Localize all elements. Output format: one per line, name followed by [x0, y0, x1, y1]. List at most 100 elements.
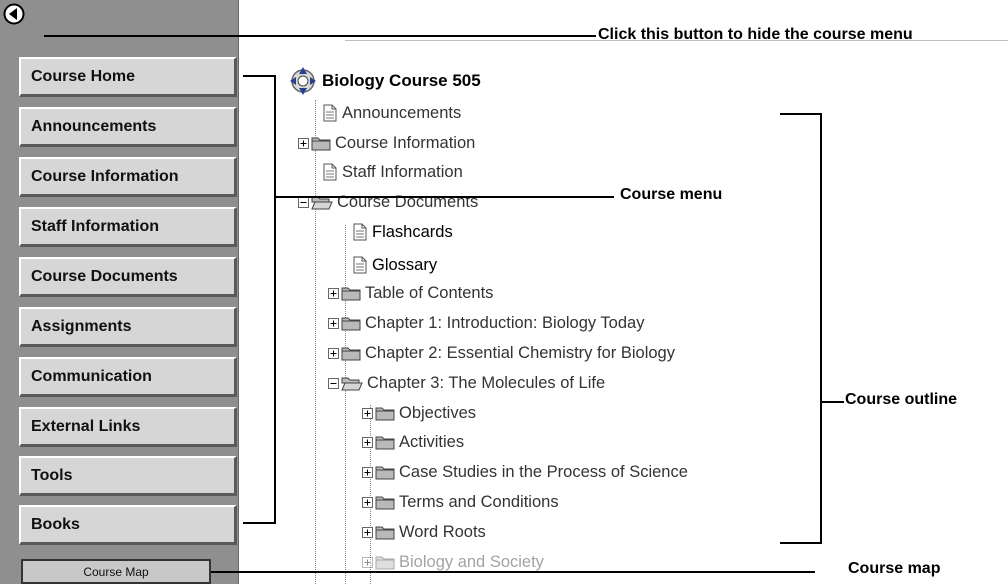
- folder-icon: [341, 285, 361, 301]
- outline-item-label[interactable]: Chapter 1: Introduction: Biology Today: [365, 314, 644, 333]
- expand-toggle-icon[interactable]: [362, 466, 373, 478]
- menu-label: Announcements: [31, 117, 157, 135]
- outline-row[interactable]: Staff Information: [316, 161, 463, 183]
- course-map-button[interactable]: Course Map: [21, 559, 211, 584]
- collapse-toggle[interactable]: [328, 377, 339, 389]
- expand-toggle-icon[interactable]: [362, 496, 373, 508]
- outline-row[interactable]: Chapter 2: Essential Chemistry for Biolo…: [328, 342, 675, 364]
- navigation-compass-icon[interactable]: [290, 67, 316, 95]
- course-map-label: Course Map: [83, 564, 149, 579]
- expand-toggle[interactable]: [328, 347, 339, 359]
- outline-row[interactable]: Objectives: [362, 402, 476, 424]
- outline-item-label[interactable]: Table of Contents: [365, 284, 493, 303]
- hide-menu-button[interactable]: [3, 3, 25, 25]
- folder-icon: [375, 464, 395, 480]
- expand-toggle[interactable]: [362, 526, 373, 538]
- menu-label: Staff Information: [31, 217, 159, 235]
- callout-bracket: [780, 113, 822, 115]
- expand-toggle[interactable]: [362, 407, 373, 419]
- outline-row[interactable]: Course Information: [298, 132, 475, 154]
- document-icon: [352, 256, 368, 274]
- document-icon: [322, 163, 338, 181]
- collapse-toggle[interactable]: [298, 196, 309, 208]
- menu-course-home-button[interactable]: Course Home: [19, 57, 237, 97]
- outline-row[interactable]: Glossary: [346, 254, 437, 276]
- outline-item-label[interactable]: Staff Information: [342, 163, 463, 182]
- expand-toggle-icon[interactable]: [362, 556, 373, 568]
- callout-bracket: [243, 522, 276, 524]
- outline-row[interactable]: Course Documents: [298, 191, 478, 213]
- callout-hide-menu: Click this button to hide the course men…: [598, 26, 913, 43]
- outline-row[interactable]: Chapter 1: Introduction: Biology Today: [328, 312, 644, 334]
- outline-item-label[interactable]: Course Information: [335, 134, 475, 153]
- menu-assignments-button[interactable]: Assignments: [19, 307, 237, 347]
- menu-label: Tools: [31, 466, 73, 484]
- left-arrow-circle-icon[interactable]: [3, 3, 25, 25]
- callout-line: [274, 196, 614, 198]
- tree-guide: [345, 225, 346, 584]
- callout-line: [822, 401, 844, 403]
- collapse-toggle-icon[interactable]: [328, 377, 339, 389]
- folder-icon: [341, 315, 361, 331]
- outline-item-label[interactable]: Terms and Conditions: [399, 493, 559, 512]
- expand-toggle[interactable]: [328, 317, 339, 329]
- expand-toggle[interactable]: [298, 137, 309, 149]
- folder-icon: [375, 554, 395, 570]
- expand-toggle-icon[interactable]: [362, 526, 373, 538]
- menu-label: Course Home: [31, 67, 136, 85]
- menu-label: Books: [31, 515, 80, 533]
- expand-toggle[interactable]: [362, 436, 373, 448]
- outline-row[interactable]: Chapter 3: The Molecules of Life: [328, 372, 605, 394]
- menu-label: External Links: [31, 417, 141, 435]
- outline-item-label[interactable]: Biology and Society: [399, 553, 544, 572]
- outline-row[interactable]: Announcements: [316, 102, 461, 124]
- expand-toggle[interactable]: [362, 466, 373, 478]
- folder-icon: [375, 494, 395, 510]
- folder-icon: [375, 434, 395, 450]
- expand-toggle-icon[interactable]: [328, 317, 339, 329]
- outline-row[interactable]: Activities: [362, 431, 464, 453]
- menu-label: Communication: [31, 367, 152, 385]
- expand-toggle-icon[interactable]: [362, 407, 373, 419]
- document-icon: [352, 223, 368, 241]
- outline-row[interactable]: Table of Contents: [328, 282, 493, 304]
- menu-announcements-button[interactable]: Announcements: [19, 107, 237, 147]
- expand-toggle[interactable]: [362, 556, 373, 568]
- outline-item-label[interactable]: Word Roots: [399, 523, 486, 542]
- course-outline-header: Biology Course 505: [290, 67, 481, 95]
- expand-toggle[interactable]: [362, 496, 373, 508]
- outline-item-label[interactable]: Case Studies in the Process of Science: [399, 463, 688, 482]
- course-menu-sidebar: Course Home Announcements Course Informa…: [0, 0, 239, 584]
- menu-label: Course Documents: [31, 267, 178, 285]
- outline-item-label[interactable]: Activities: [399, 433, 464, 452]
- menu-course-information-button[interactable]: Course Information: [19, 157, 237, 197]
- expand-toggle-icon[interactable]: [328, 287, 339, 299]
- outline-row[interactable]: Word Roots: [362, 521, 486, 543]
- outline-item-label[interactable]: Chapter 2: Essential Chemistry for Biolo…: [365, 344, 675, 363]
- outline-item-label[interactable]: Chapter 3: The Molecules of Life: [367, 374, 605, 393]
- expand-toggle[interactable]: [328, 287, 339, 299]
- collapse-toggle-icon[interactable]: [298, 196, 309, 208]
- outline-row[interactable]: Case Studies in the Process of Science: [362, 461, 688, 483]
- expand-toggle-icon[interactable]: [328, 347, 339, 359]
- expand-toggle-icon[interactable]: [362, 436, 373, 448]
- course-title[interactable]: Biology Course 505: [322, 71, 481, 91]
- outline-item-label[interactable]: Flashcards: [372, 223, 453, 242]
- callout-bracket: [820, 113, 822, 544]
- outline-item-label[interactable]: Glossary: [372, 256, 437, 275]
- menu-staff-information-button[interactable]: Staff Information: [19, 207, 237, 247]
- expand-toggle-icon[interactable]: [298, 137, 309, 149]
- outline-row[interactable]: Biology and Society: [362, 551, 544, 573]
- outline-item-label[interactable]: Announcements: [342, 104, 461, 123]
- callout-course-map: Course map: [848, 560, 941, 577]
- outline-row[interactable]: Terms and Conditions: [362, 491, 559, 513]
- menu-books-button[interactable]: Books: [19, 505, 237, 545]
- menu-external-links-button[interactable]: External Links: [19, 407, 237, 447]
- menu-communication-button[interactable]: Communication: [19, 357, 237, 397]
- folder-icon: [375, 524, 395, 540]
- outline-row[interactable]: Flashcards: [346, 221, 453, 243]
- menu-tools-button[interactable]: Tools: [19, 456, 237, 496]
- outline-item-label[interactable]: Objectives: [399, 404, 476, 423]
- document-icon: [322, 104, 338, 122]
- menu-course-documents-button[interactable]: Course Documents: [19, 257, 237, 297]
